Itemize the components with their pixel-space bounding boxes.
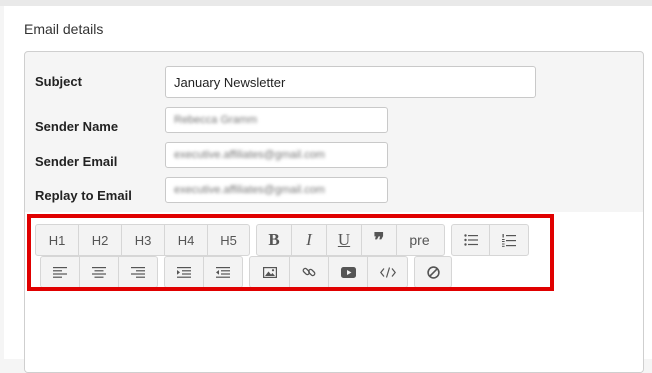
sender-email-input[interactable]: executive.affiliates@gmail.com (165, 142, 388, 168)
sender-name-row: Sender Name Rebecca Gramm (25, 107, 643, 141)
section-title: Email details (24, 21, 104, 37)
reply-email-value: executive.affiliates@gmail.com (174, 184, 325, 196)
reply-email-label: Replay to Email (35, 188, 132, 203)
reply-email-row: Replay to Email executive.affiliates@gma… (25, 177, 643, 211)
toolbar-highlight-frame (27, 214, 554, 291)
sender-email-label: Sender Email (35, 154, 118, 169)
sender-email-row: Sender Email executive.affiliates@gmail.… (25, 142, 643, 176)
sender-name-input[interactable]: Rebecca Gramm (165, 107, 388, 133)
sender-name-label: Sender Name (35, 119, 119, 134)
subject-input[interactable]: January Newsletter (165, 66, 536, 98)
reply-email-input[interactable]: executive.affiliates@gmail.com (165, 177, 388, 203)
sender-name-value: Rebecca Gramm (174, 114, 258, 126)
email-details-box: Subject January Newsletter Sender Name R… (24, 51, 644, 373)
email-details-panel: Email details Subject January Newsletter… (4, 6, 652, 373)
sender-email-value: executive.affiliates@gmail.com (174, 149, 325, 161)
subject-label: Subject (35, 74, 82, 89)
subject-row: Subject January Newsletter (25, 66, 643, 100)
subject-value: January Newsletter (174, 74, 286, 90)
